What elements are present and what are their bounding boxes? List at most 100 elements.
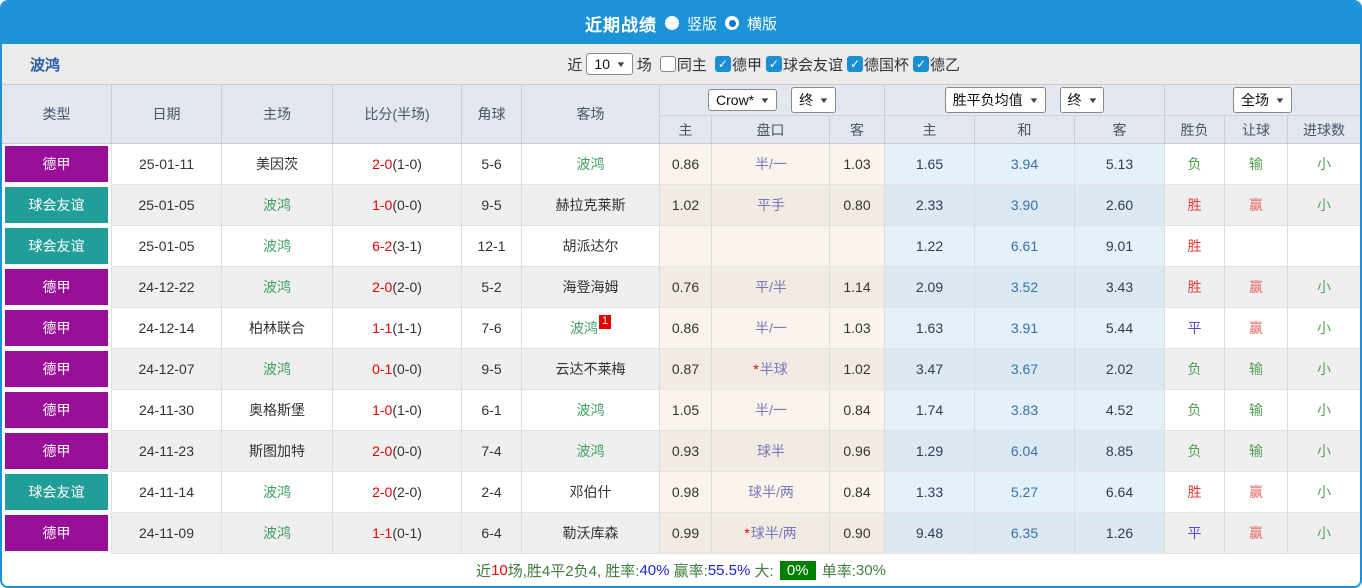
same-home-label: 同主: [676, 56, 707, 74]
result-cell: 胜: [1165, 185, 1225, 226]
table-row: 球会友谊 25-01-05 波鸿 1-0 (0-0) 9-5 赫拉克莱斯 1.02…: [2, 185, 1360, 226]
league-checkbox[interactable]: ✓: [714, 56, 731, 72]
result-cell: 胜: [1165, 472, 1225, 513]
handicap-result-cell: 输: [1225, 144, 1288, 185]
away-team-link[interactable]: 波鸿: [570, 318, 598, 338]
horizontal-layout-radio[interactable]: [725, 16, 739, 30]
avg-away-cell: 4.52: [1075, 390, 1165, 431]
table-row: 德甲 24-11-23 斯图加特 2-0 (0-0) 7-4 波鸿 0.93 球半…: [2, 431, 1360, 472]
home-team-link[interactable]: 波鸿: [263, 359, 291, 379]
avg-away-cell: 3.43: [1075, 267, 1165, 308]
avg-type-select[interactable]: 胜平负均值 ▼: [944, 87, 1046, 113]
summary-text-segment: 55.5%: [707, 561, 751, 579]
result-cell: 胜: [1165, 226, 1225, 267]
period-select[interactable]: 全场 ▼: [1233, 87, 1292, 113]
sub-header-avg-home: 主: [885, 115, 975, 143]
away-team-link[interactable]: 海登海姆: [563, 277, 619, 297]
games-count-select[interactable]: 10 ▼: [586, 53, 633, 75]
avg-group-header: 胜平负均值 ▼ 终 ▼: [885, 85, 1165, 115]
col-header-home: 主场: [222, 85, 333, 143]
away-team-cell: 云达不莱梅: [522, 349, 660, 390]
home-team-link[interactable]: 美因茨: [256, 154, 298, 174]
home-team-link[interactable]: 波鸿: [263, 482, 291, 502]
team-name[interactable]: 波鸿: [30, 54, 60, 75]
score-cell: 1-0 (1-0): [333, 390, 462, 431]
odds-time-select[interactable]: 终 ▼: [791, 87, 836, 113]
league-checkbox[interactable]: ✓: [765, 56, 782, 72]
handicap-cell: 半/一: [712, 390, 830, 431]
handicap-cell: 球半: [712, 431, 830, 472]
goals-result-cell: 小: [1288, 513, 1360, 554]
handicap-result-cell: 赢: [1225, 267, 1288, 308]
corner-cell: 9-5: [462, 185, 522, 226]
avg-home-cell: 3.47: [885, 349, 975, 390]
handicap-result-cell: 赢: [1225, 308, 1288, 349]
away-team-link[interactable]: 勒沃库森: [563, 523, 619, 543]
card-badge: 1: [598, 315, 612, 329]
away-team-cell: 波鸿: [522, 144, 660, 185]
same-home-checkbox[interactable]: ✓: [659, 56, 676, 72]
away-team-link[interactable]: 胡派达尔: [563, 236, 619, 256]
odds-away-cell: 1.02: [830, 349, 885, 390]
summary-text-segment: 大:: [750, 562, 778, 580]
league-checkbox[interactable]: ✓: [846, 56, 863, 72]
filters: 近 10 ▼ 场 ✓ 同主 ✓德甲✓球会友谊✓德国杯✓德乙: [567, 53, 960, 75]
home-team-link[interactable]: 波鸿: [263, 236, 291, 256]
score-cell: 1-0 (0-0): [333, 185, 462, 226]
league-type-cell: 德甲: [2, 267, 112, 308]
chevron-down-icon: ▼: [818, 95, 830, 105]
league-type-cell: 德甲: [2, 308, 112, 349]
avg-away-cell: 5.44: [1075, 308, 1165, 349]
result-cell: 平: [1165, 513, 1225, 554]
vertical-layout-radio[interactable]: [664, 16, 679, 30]
corner-cell: 5-2: [462, 267, 522, 308]
avg-time-select[interactable]: 终 ▼: [1059, 87, 1105, 113]
summary-text-segment: 10: [491, 561, 508, 579]
score-cell: 2-0 (0-0): [333, 431, 462, 472]
sub-header-handicap-result: 让球: [1225, 115, 1288, 143]
date-cell: 24-11-23: [112, 431, 222, 472]
odds-home-cell: 1.02: [660, 185, 712, 226]
vertical-layout-label[interactable]: 竖版: [687, 13, 717, 34]
chevron-down-icon: ▼: [1086, 95, 1099, 105]
away-team-link[interactable]: 波鸿: [577, 441, 605, 461]
near-label: 近: [567, 56, 583, 74]
bookmaker-select[interactable]: Crow* ▼: [708, 89, 778, 111]
corner-cell: 9-5: [462, 349, 522, 390]
page-title: 近期战绩: [584, 15, 657, 35]
odds-home-cell: 0.93: [660, 431, 712, 472]
sub-header-odds-home: 主: [660, 115, 712, 143]
home-team-link[interactable]: 波鸿: [263, 523, 291, 543]
home-team-link[interactable]: 波鸿: [263, 277, 291, 297]
away-team-cell: 波鸿: [522, 431, 660, 472]
avg-home-cell: 1.33: [885, 472, 975, 513]
chevron-down-icon: ▼: [759, 95, 771, 105]
corner-cell: 12-1: [462, 226, 522, 267]
away-team-link[interactable]: 波鸿: [577, 154, 605, 174]
home-team-link[interactable]: 奥格斯堡: [249, 400, 305, 420]
league-checkbox[interactable]: ✓: [912, 56, 929, 72]
away-team-link[interactable]: 波鸿: [577, 400, 605, 420]
away-team-link[interactable]: 邓伯什: [570, 482, 612, 502]
avg-home-cell: 1.29: [885, 431, 975, 472]
goals-result-cell: 小: [1288, 390, 1360, 431]
home-team-cell: 奥格斯堡: [222, 390, 333, 431]
league-type-cell: 德甲: [2, 144, 112, 185]
avg-draw-cell: 3.91: [975, 308, 1075, 349]
avg-away-cell: 5.13: [1075, 144, 1165, 185]
home-team-link[interactable]: 斯图加特: [249, 441, 305, 461]
avg-away-cell: 2.60: [1075, 185, 1165, 226]
horizontal-layout-label[interactable]: 横版: [747, 13, 777, 34]
odds-home-cell: 0.76: [660, 267, 712, 308]
date-cell: 24-12-07: [112, 349, 222, 390]
table-header: 类型 日期 主场 比分(半场) 角球 客场 Crow* ▼ 终 ▼ 胜平负均值 …: [2, 85, 1360, 144]
odds-away-cell: 0.80: [830, 185, 885, 226]
sub-header-result: 胜负: [1165, 115, 1225, 143]
home-team-link[interactable]: 波鸿: [263, 195, 291, 215]
home-team-link[interactable]: 柏林联合: [249, 318, 305, 338]
away-team-link[interactable]: 赫拉克莱斯: [556, 195, 626, 215]
summary-text-segment: 40%: [639, 561, 670, 579]
result-cell: 平: [1165, 308, 1225, 349]
score-cell: 2-0 (2-0): [333, 267, 462, 308]
away-team-link[interactable]: 云达不莱梅: [556, 359, 626, 379]
